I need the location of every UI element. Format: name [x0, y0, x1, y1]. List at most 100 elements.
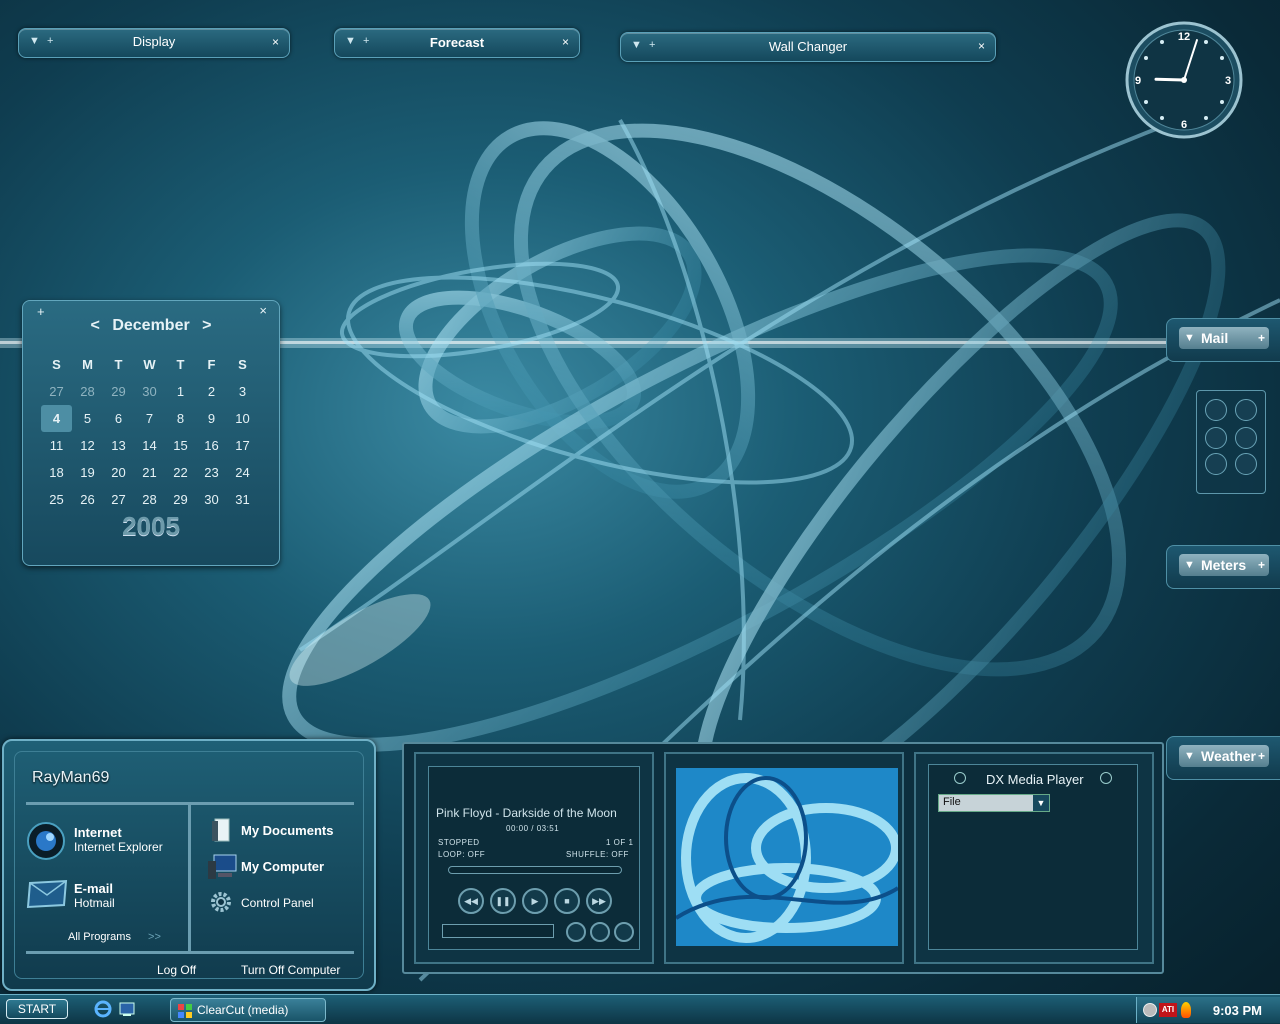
rewind-button[interactable]: ◀◀: [458, 888, 484, 914]
calendar-day[interactable]: 7: [134, 405, 165, 432]
wall-changer-gadget-bar[interactable]: ▼ + Wall Changer ×: [620, 32, 996, 62]
log-off-button[interactable]: Log Off: [157, 963, 196, 977]
calendar-year: 2005: [122, 511, 180, 541]
calendar-day[interactable]: 14: [134, 432, 165, 459]
close-icon[interactable]: ×: [272, 35, 279, 49]
clock-hour-hand: [1154, 77, 1186, 82]
add-icon[interactable]: +: [1258, 554, 1265, 576]
turn-off-button[interactable]: Turn Off Computer: [241, 963, 340, 977]
email-menu-item[interactable]: E-mail Hotmail: [74, 881, 115, 910]
desktop-icon[interactable]: [118, 1000, 136, 1018]
volume-slider[interactable]: [442, 924, 554, 938]
seek-bar[interactable]: [448, 866, 622, 874]
calendar-day[interactable]: 24: [227, 459, 258, 486]
calendar-day[interactable]: 16: [196, 432, 227, 459]
close-icon[interactable]: ×: [259, 303, 267, 318]
meters-dock-button[interactable]: ▼ Meters +: [1179, 554, 1269, 576]
knob-icon[interactable]: [1235, 427, 1257, 449]
calendar-day[interactable]: 19: [72, 459, 103, 486]
add-icon[interactable]: +: [1258, 745, 1265, 767]
weekday-header: M: [82, 357, 93, 372]
chevron-down-icon: ▼: [1033, 795, 1049, 811]
pause-button[interactable]: ❚❚: [490, 888, 516, 914]
internet-explorer-icon[interactable]: [94, 1000, 112, 1018]
calendar-day[interactable]: 6: [103, 405, 134, 432]
close-icon[interactable]: ×: [562, 35, 569, 49]
calendar-day[interactable]: 18: [41, 459, 72, 486]
calendar-day[interactable]: 23: [196, 459, 227, 486]
ati-icon[interactable]: ATI: [1159, 1003, 1177, 1017]
my-documents-menu-item[interactable]: My Documents: [241, 823, 333, 838]
option-button[interactable]: [566, 922, 586, 942]
knob-icon[interactable]: [1235, 399, 1257, 421]
calendar-day[interactable]: 29: [103, 378, 134, 405]
my-computer-menu-item[interactable]: My Computer: [241, 859, 324, 874]
radio-icon[interactable]: [954, 772, 966, 784]
app-icon: [178, 1004, 192, 1018]
knob-icon[interactable]: [1205, 453, 1227, 475]
calendar-day[interactable]: 8: [165, 405, 196, 432]
display-gadget-bar[interactable]: ▼ + Display ×: [18, 28, 290, 58]
email-title: E-mail: [74, 881, 114, 896]
next-month-button[interactable]: >: [198, 317, 215, 334]
play-button[interactable]: ▶: [522, 888, 548, 914]
calendar-day[interactable]: 1: [165, 378, 196, 405]
calendar-day[interactable]: 12: [72, 432, 103, 459]
calendar-day[interactable]: 10: [227, 405, 258, 432]
calendar-day[interactable]: 2: [196, 378, 227, 405]
start-button[interactable]: START: [6, 999, 68, 1019]
knob-icon[interactable]: [1235, 453, 1257, 475]
weekday-header: T: [176, 357, 185, 372]
dx-file-select[interactable]: File ▼: [938, 794, 1050, 812]
calendar-day[interactable]: 11: [41, 432, 72, 459]
weather-dock-button[interactable]: ▼ Weather +: [1179, 745, 1269, 767]
calendar-day[interactable]: 28: [134, 486, 165, 513]
calendar-week-row: 11 12 13 14 15 16 17: [41, 432, 258, 459]
shuffle-status: SHUFFLE: OFF: [566, 850, 629, 859]
calendar-day[interactable]: 27: [41, 378, 72, 405]
control-panel-label: Control Panel: [241, 896, 314, 910]
knob-icon[interactable]: [1205, 427, 1227, 449]
forward-icon: ▶▶: [592, 896, 606, 906]
calendar-day[interactable]: 22: [165, 459, 196, 486]
internet-menu-item[interactable]: Internet Internet Explorer: [74, 825, 163, 854]
taskbar-clock[interactable]: 9:03 PM: [1213, 1003, 1262, 1018]
knob-icon[interactable]: [1205, 399, 1227, 421]
calendar-day[interactable]: 5: [72, 405, 103, 432]
calendar-day[interactable]: 27: [103, 486, 134, 513]
taskbar-window-clearcut[interactable]: ClearCut (media): [170, 998, 326, 1022]
option-button[interactable]: [614, 922, 634, 942]
option-button[interactable]: [590, 922, 610, 942]
calendar-day[interactable]: 3: [227, 378, 258, 405]
calendar-day[interactable]: 30: [196, 486, 227, 513]
calendar-day[interactable]: 20: [103, 459, 134, 486]
flame-icon[interactable]: [1181, 1002, 1191, 1018]
meters-dock: ▼ Meters +: [1166, 545, 1280, 589]
forecast-gadget-bar[interactable]: ▼ + Forecast ×: [334, 28, 580, 58]
calendar-day[interactable]: 31: [227, 486, 258, 513]
divider: [26, 951, 354, 954]
forward-button[interactable]: ▶▶: [586, 888, 612, 914]
calendar-day[interactable]: 30: [134, 378, 165, 405]
close-icon[interactable]: ×: [978, 39, 985, 53]
control-panel-menu-item[interactable]: Control Panel: [241, 896, 314, 910]
calendar-day[interactable]: 21: [134, 459, 165, 486]
all-programs-label: All Programs: [68, 931, 131, 943]
radio-icon[interactable]: [1100, 772, 1112, 784]
calendar-day-today[interactable]: 4: [41, 405, 72, 432]
calendar-day[interactable]: 15: [165, 432, 196, 459]
calendar-day[interactable]: 29: [165, 486, 196, 513]
tray-status-icon[interactable]: [1143, 1003, 1157, 1017]
calendar-day[interactable]: 26: [72, 486, 103, 513]
stop-button[interactable]: ■: [554, 888, 580, 914]
all-programs-button[interactable]: All Programs >>: [68, 931, 161, 943]
add-icon[interactable]: +: [1258, 327, 1265, 349]
mail-dock-button[interactable]: ▼ Mail +: [1179, 327, 1269, 349]
calendar-day[interactable]: 13: [103, 432, 134, 459]
calendar-day[interactable]: 28: [72, 378, 103, 405]
calendar-day[interactable]: 9: [196, 405, 227, 432]
calendar-day[interactable]: 25: [41, 486, 72, 513]
calendar-day[interactable]: 17: [227, 432, 258, 459]
prev-month-button[interactable]: <: [87, 317, 104, 334]
calendar-month: December: [112, 317, 190, 334]
